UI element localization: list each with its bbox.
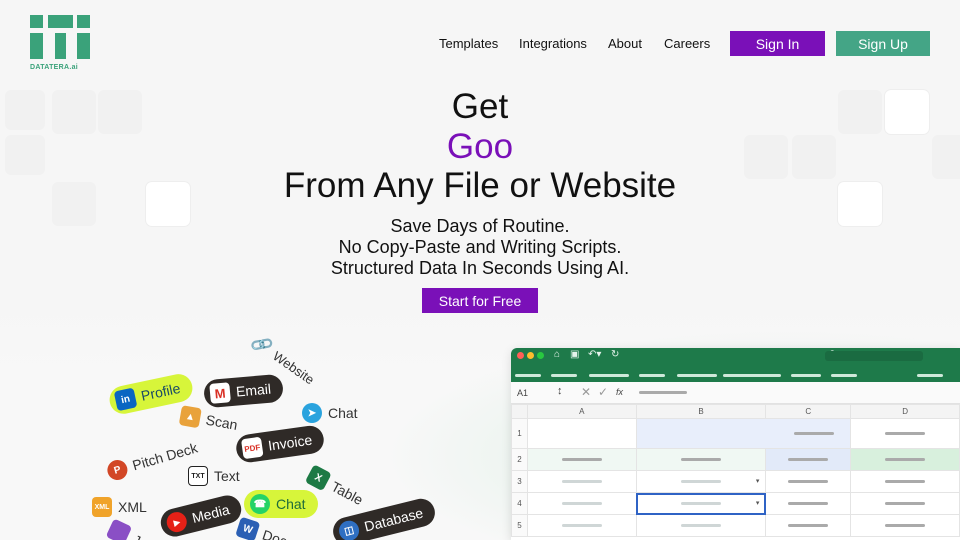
ribbon-tab [589, 374, 629, 377]
table-cell [635, 418, 852, 449]
source-text: TXT Text [188, 466, 240, 486]
close-window-dot [517, 352, 524, 359]
table-cell [850, 514, 960, 537]
source-text-label: Text [214, 468, 240, 484]
column-header: B [635, 404, 767, 419]
column-header: D [850, 404, 960, 419]
ribbon-tab [791, 374, 821, 377]
spreadsheet-preview: ⌂ ▣ ↶▾ ↻ ⚲ A1 ↕ ✕ ✓ fx A B C D 1 [511, 348, 960, 540]
source-xml: XML XML [92, 497, 147, 517]
source-chat-label: Chat [328, 405, 358, 421]
source-chat-telegram: ➤ Chat [302, 403, 358, 423]
row-header: 2 [511, 448, 528, 471]
minimize-window-dot [527, 352, 534, 359]
logo-text: DATATERA.ai [30, 64, 79, 71]
source-xml-label: XML [118, 499, 147, 515]
cell-reference: A1 [517, 388, 529, 398]
source-invoice-label: Invoice [267, 431, 314, 454]
ribbon-tab [639, 374, 665, 377]
hero-subtitle-1: Save Days of Routine. [390, 216, 570, 236]
pdf-icon: PDF [240, 436, 264, 460]
table-cell [850, 418, 960, 449]
table-cell [765, 448, 852, 471]
txt-file-icon: TXT [188, 466, 208, 486]
whatsapp-icon: ☎ [250, 494, 270, 514]
table-cell [850, 448, 960, 471]
linkedin-icon: in [113, 387, 138, 412]
table-row: 2 [511, 448, 960, 471]
youtube-icon: ▶ [164, 509, 189, 535]
table-cell [765, 514, 852, 537]
table-cell [526, 492, 637, 515]
table-row: 3 ▾ [511, 470, 960, 493]
start-for-free-button[interactable]: Start for Free [422, 288, 538, 313]
row-header: 1 [511, 418, 528, 449]
column-header: C [765, 404, 852, 419]
spreadsheet-grid: A B C D 1 2 3 ▾ 4 ▾ 5 [511, 404, 960, 537]
confirm-icon: ✓ [598, 385, 609, 399]
stepper-icon: ↕ [557, 385, 563, 397]
source-scan-label: Scan [204, 411, 239, 433]
table-cell [635, 448, 767, 471]
gmail-icon: M [209, 382, 231, 404]
table-cell [526, 470, 637, 493]
function-icon: fx [616, 387, 624, 397]
hero-subtitle-3: Structured Data In Seconds Using AI. [330, 258, 630, 278]
ribbon-tab [551, 374, 577, 377]
column-header-row: A B C D [511, 404, 960, 419]
selected-cell: ▾ [635, 492, 767, 515]
telegram-icon: ➤ [302, 403, 322, 423]
row-header: 4 [511, 492, 528, 515]
undo-icon: ↶▾ [588, 349, 602, 360]
table-cell [526, 448, 637, 471]
formula-bar: A1 ↕ ✕ ✓ fx [511, 382, 960, 404]
table-cell [635, 514, 767, 537]
redo-icon: ↻ [611, 349, 620, 360]
table-row: 5 [511, 514, 960, 537]
table-cell [526, 418, 637, 449]
save-icon: ▣ [570, 349, 580, 360]
nav-about[interactable]: About [608, 36, 642, 51]
column-header: A [526, 404, 637, 419]
image-icon: ▲ [178, 405, 202, 429]
row-header: 3 [511, 470, 528, 493]
ribbon-tab [831, 374, 857, 377]
xml-file-icon: XML [92, 497, 112, 517]
table-cell: ▾ [635, 470, 767, 493]
spreadsheet-search [825, 351, 923, 361]
hero-title-line1: Get [451, 87, 509, 126]
hero-subtitle-2: No Copy-Paste and Writing Scripts. [338, 237, 622, 257]
table-row: 4 ▾ [511, 492, 960, 515]
home-icon: ⌂ [554, 349, 561, 360]
hero-title-line3: From Any File or Website [283, 166, 677, 205]
ribbon-tab [917, 374, 943, 377]
corner-cell [511, 404, 528, 419]
ribbon-tab [677, 374, 717, 377]
table-cell [850, 470, 960, 493]
source-email-label: Email [235, 380, 272, 400]
maximize-window-dot [537, 352, 544, 359]
table-cell [850, 492, 960, 515]
database-icon: ◫ [336, 518, 362, 540]
table-cell [765, 470, 852, 493]
nav-templates[interactable]: Templates [439, 36, 498, 51]
source-chat-whatsapp: ☎ Chat [244, 490, 318, 518]
sign-up-button[interactable]: Sign Up [836, 31, 930, 56]
table-row: 1 [511, 418, 960, 449]
table-cell [765, 492, 852, 515]
table-cell [526, 514, 637, 537]
source-profile-label: Profile [139, 379, 182, 404]
ribbon-tab [515, 374, 541, 377]
hero-title-animated-word: Goo [446, 127, 514, 166]
source-chat-whatsapp-label: Chat [276, 496, 306, 512]
nav-integrations[interactable]: Integrations [519, 36, 587, 51]
sign-in-button[interactable]: Sign In [730, 31, 825, 56]
spreadsheet-toolbar: ⌂ ▣ ↶▾ ↻ ⚲ [511, 348, 960, 382]
source-media-label: Media [190, 501, 232, 526]
formula-content [639, 391, 687, 394]
cancel-icon: ✕ [581, 385, 592, 399]
nav-careers[interactable]: Careers [664, 36, 710, 51]
row-header: 5 [511, 514, 528, 537]
ribbon-tab [723, 374, 781, 377]
